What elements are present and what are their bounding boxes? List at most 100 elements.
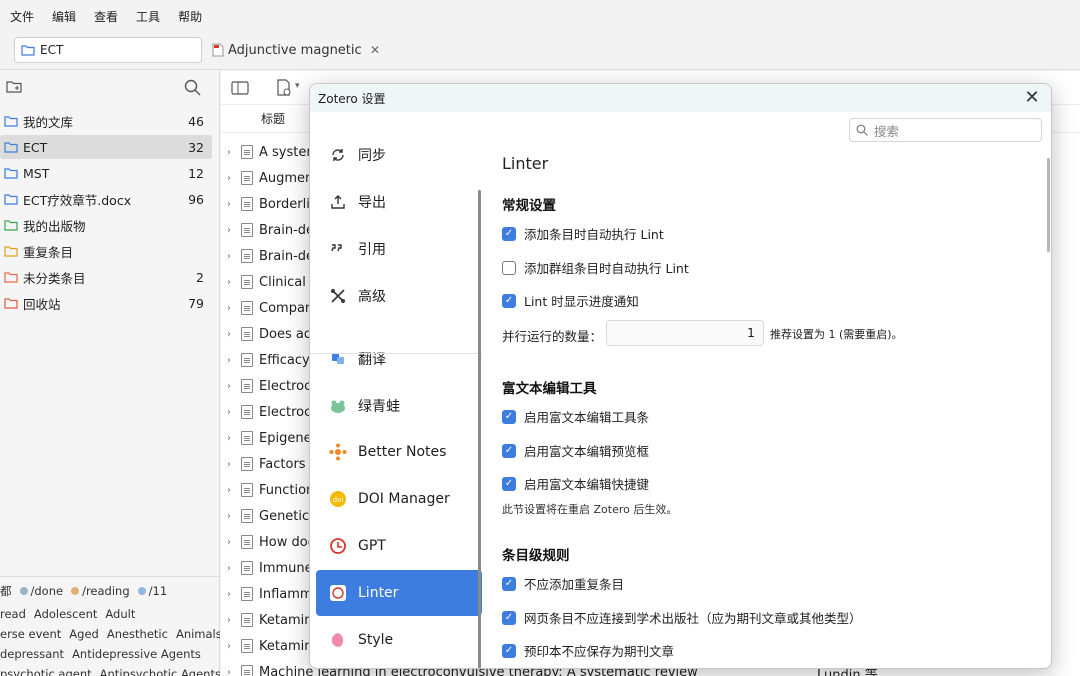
tag-item[interactable]: depressant [0,647,64,661]
table-row[interactable]: › Ketamin [227,633,312,659]
chevron-right-icon[interactable]: › [227,225,239,236]
chevron-right-icon[interactable]: › [227,563,239,574]
tag-item[interactable]: psychotic agent [0,667,92,676]
menu-file[interactable]: 文件 [10,8,34,25]
checkbox[interactable]: ✓ [502,293,516,308]
close-icon[interactable]: ✕ [1021,87,1043,108]
table-row[interactable]: › Brain-de [227,217,314,243]
checkbox[interactable]: ✓ [502,610,516,625]
new-collection-icon[interactable] [6,79,22,95]
table-row[interactable]: › Inflamm [227,581,313,607]
option-webpage-publisher[interactable]: ✓ 网页条目不应连接到学术出版社（应为期刊文章或其他类型） [502,608,862,627]
new-item-icon[interactable] [275,79,293,97]
table-row[interactable]: › A system [227,139,319,165]
tag-item[interactable]: 都 [0,584,12,598]
nav-item[interactable]: Linter [316,570,482,616]
table-row[interactable]: › Electroco [227,373,319,399]
checkbox[interactable] [502,260,516,275]
option-lint-group[interactable]: 添加群组条目时自动执行 Lint [502,258,689,277]
chevron-right-icon[interactable]: › [227,147,239,158]
chevron-right-icon[interactable]: › [227,459,239,470]
chevron-right-icon[interactable]: › [227,433,239,444]
tag-item[interactable]: /done [19,584,63,598]
table-row[interactable]: › Does adj [227,321,316,347]
option-rich-shortcuts[interactable]: ✓ 启用富文本编辑快捷键 [502,474,649,493]
tag-item[interactable]: Antipsychotic Agents [100,667,220,676]
checkbox[interactable]: ✓ [502,409,516,424]
chevron-right-icon[interactable]: › [227,277,239,288]
tag-item[interactable]: erse event [0,627,61,641]
chevron-down-icon[interactable]: ▾ [295,81,300,91]
tag-item[interactable]: Adolescent [34,607,97,621]
nav-item[interactable]: 翻译 [316,336,482,382]
checkbox[interactable]: ✓ [502,643,516,658]
table-row[interactable]: › Epigenet [227,425,317,451]
chevron-right-icon[interactable]: › [227,251,239,262]
option-rich-toolbar[interactable]: ✓ 启用富文本编辑工具条 [502,407,649,426]
nav-item[interactable]: GPT [316,523,482,569]
chevron-right-icon[interactable]: › [227,355,239,366]
search-icon[interactable] [184,79,201,96]
checkbox[interactable]: ✓ [502,226,516,241]
collection-search-input[interactable]: ECT [14,37,202,63]
nav-item[interactable]: Better Notes [316,429,482,475]
chevron-right-icon[interactable]: › [227,537,239,548]
toggle-pane-icon[interactable] [231,80,249,96]
tag-item[interactable]: Anesthetic [107,627,168,641]
tag-item[interactable]: Antidepressive Agents [72,647,201,661]
nav-scrollbar[interactable] [478,190,481,668]
option-progress[interactable]: ✓ Lint 时显示进度通知 [502,291,639,310]
settings-search-input[interactable]: 搜索 [849,118,1042,142]
option-no-duplicates[interactable]: ✓ 不应添加重复条目 [502,574,624,593]
tag-item[interactable]: Aged [69,627,99,641]
chevron-right-icon[interactable]: › [227,407,239,418]
table-row[interactable]: › Borderlin [227,191,318,217]
menu-tools[interactable]: 工具 [136,8,160,25]
column-title[interactable]: 标题 [261,110,285,127]
option-lint-on-add[interactable]: ✓ 添加条目时自动执行 Lint [502,224,664,243]
tag-item[interactable]: /reading [71,584,130,598]
chevron-right-icon[interactable]: › [227,589,239,600]
tag-item[interactable]: /11 [137,584,167,598]
chevron-right-icon[interactable]: › [227,173,239,184]
tab-pdf[interactable]: Adjunctive magnetic seizure therapy ✕ [212,37,392,63]
nav-item[interactable]: 同步 [316,132,482,178]
table-row[interactable]: › Brain-de [227,243,314,269]
nav-item[interactable]: 引用 [316,226,482,272]
collection-item[interactable]: 未分类条目 2 [0,265,212,289]
chevron-right-icon[interactable]: › [227,667,239,676]
nav-item[interactable]: Style [316,617,482,663]
chevron-right-icon[interactable]: › [227,641,239,652]
tag-item[interactable]: Adult [105,607,135,621]
collection-item[interactable]: ECT疗效章节.docx 96 [0,187,212,211]
table-row[interactable]: › Clinical a [227,269,318,295]
chevron-right-icon[interactable]: › [227,615,239,626]
menu-help[interactable]: 帮助 [178,8,202,25]
checkbox[interactable]: ✓ [502,443,516,458]
table-row[interactable]: › Augmen [227,165,313,191]
table-row[interactable]: › Ketamin [227,607,312,633]
chevron-right-icon[interactable]: › [227,485,239,496]
chevron-right-icon[interactable]: › [227,199,239,210]
table-row[interactable]: › Factors f [227,451,314,477]
collection-item[interactable]: MST 12 [0,161,212,185]
collection-item[interactable]: 回收站 79 [0,291,212,315]
chevron-right-icon[interactable]: › [227,329,239,340]
collection-item[interactable]: ECT 32 [0,135,212,159]
menu-view[interactable]: 查看 [94,8,118,25]
chevron-right-icon[interactable]: › [227,381,239,392]
table-row[interactable]: › How doe [227,529,316,555]
option-rich-preview[interactable]: ✓ 启用富文本编辑预览框 [502,441,649,460]
table-row[interactable]: › Efficacy a [227,347,322,373]
table-row[interactable]: › Compara [227,295,318,321]
content-scrollbar[interactable] [1047,158,1050,252]
collection-item[interactable]: 我的出版物 [0,213,212,237]
tag-item[interactable]: read [0,607,26,621]
option-preprint[interactable]: ✓ 预印本不应保存为期刊文章 [502,641,674,660]
close-icon[interactable]: ✕ [370,43,380,57]
table-row[interactable]: › Immune [227,555,313,581]
tag-item[interactable]: Animals [176,627,220,641]
table-row[interactable]: › Genetics [227,503,316,529]
nav-item[interactable]: 导出 [316,179,482,225]
checkbox[interactable]: ✓ [502,576,516,591]
